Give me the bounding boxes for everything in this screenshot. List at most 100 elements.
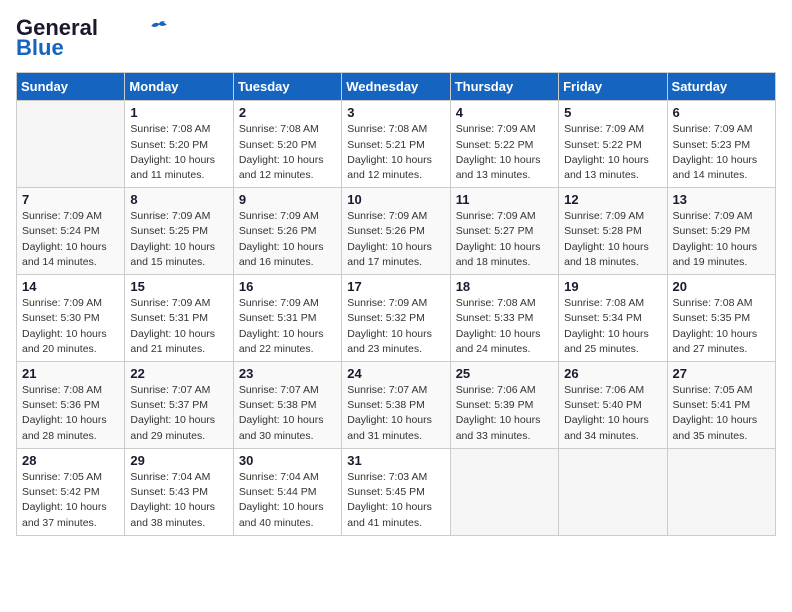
- week-row-1: 1 Sunrise: 7:08 AMSunset: 5:20 PMDaylight…: [17, 101, 776, 188]
- day-number: 1: [130, 105, 227, 120]
- day-info: Sunrise: 7:09 AMSunset: 5:31 PMDaylight:…: [130, 296, 227, 357]
- calendar-cell: 6 Sunrise: 7:09 AMSunset: 5:23 PMDaylight…: [667, 101, 775, 188]
- day-number: 20: [673, 279, 770, 294]
- day-number: 23: [239, 366, 336, 381]
- day-info: Sunrise: 7:09 AMSunset: 5:26 PMDaylight:…: [347, 209, 444, 270]
- day-info: Sunrise: 7:06 AMSunset: 5:39 PMDaylight:…: [456, 383, 553, 444]
- day-info: Sunrise: 7:08 AMSunset: 5:36 PMDaylight:…: [22, 383, 119, 444]
- day-number: 31: [347, 453, 444, 468]
- calendar-cell: 23 Sunrise: 7:07 AMSunset: 5:38 PMDayligh…: [233, 362, 341, 449]
- day-info: Sunrise: 7:07 AMSunset: 5:38 PMDaylight:…: [347, 383, 444, 444]
- week-row-3: 14 Sunrise: 7:09 AMSunset: 5:30 PMDayligh…: [17, 275, 776, 362]
- day-number: 29: [130, 453, 227, 468]
- day-number: 3: [347, 105, 444, 120]
- weekday-sunday: Sunday: [17, 73, 125, 101]
- day-number: 12: [564, 192, 661, 207]
- day-info: Sunrise: 7:03 AMSunset: 5:45 PMDaylight:…: [347, 470, 444, 531]
- day-number: 10: [347, 192, 444, 207]
- week-row-5: 28 Sunrise: 7:05 AMSunset: 5:42 PMDayligh…: [17, 448, 776, 535]
- day-info: Sunrise: 7:09 AMSunset: 5:32 PMDaylight:…: [347, 296, 444, 357]
- day-info: Sunrise: 7:04 AMSunset: 5:43 PMDaylight:…: [130, 470, 227, 531]
- day-number: 30: [239, 453, 336, 468]
- weekday-thursday: Thursday: [450, 73, 558, 101]
- day-number: 25: [456, 366, 553, 381]
- day-info: Sunrise: 7:09 AMSunset: 5:22 PMDaylight:…: [456, 122, 553, 183]
- calendar-cell: 2Sunrise: 7:08 AMSunset: 5:20 PMDaylight…: [233, 101, 341, 188]
- calendar-table: SundayMondayTuesdayWednesdayThursdayFrid…: [16, 72, 776, 535]
- day-number: 24: [347, 366, 444, 381]
- day-number: 8: [130, 192, 227, 207]
- calendar-cell: 25 Sunrise: 7:06 AMSunset: 5:39 PMDayligh…: [450, 362, 558, 449]
- day-info: Sunrise: 7:09 AMSunset: 5:29 PMDaylight:…: [673, 209, 770, 270]
- day-info: Sunrise: 7:09 AMSunset: 5:28 PMDaylight:…: [564, 209, 661, 270]
- calendar-cell: 15 Sunrise: 7:09 AMSunset: 5:31 PMDayligh…: [125, 275, 233, 362]
- calendar-body: 1 Sunrise: 7:08 AMSunset: 5:20 PMDaylight…: [17, 101, 776, 535]
- weekday-friday: Friday: [559, 73, 667, 101]
- page-header: General Blue: [16, 16, 776, 60]
- calendar-cell: [17, 101, 125, 188]
- day-info: Sunrise: 7:09 AMSunset: 5:30 PMDaylight:…: [22, 296, 119, 357]
- calendar-cell: 4Sunrise: 7:09 AMSunset: 5:22 PMDaylight…: [450, 101, 558, 188]
- day-number: 26: [564, 366, 661, 381]
- day-info: Sunrise: 7:05 AMSunset: 5:42 PMDaylight:…: [22, 470, 119, 531]
- day-number: 18: [456, 279, 553, 294]
- day-number: 2: [239, 105, 336, 120]
- calendar-cell: 24 Sunrise: 7:07 AMSunset: 5:38 PMDayligh…: [342, 362, 450, 449]
- day-number: 27: [673, 366, 770, 381]
- day-info: Sunrise: 7:09 AMSunset: 5:25 PMDaylight:…: [130, 209, 227, 270]
- calendar-cell: 17Sunrise: 7:09 AMSunset: 5:32 PMDayligh…: [342, 275, 450, 362]
- day-number: 19: [564, 279, 661, 294]
- logo-bird-icon: [150, 19, 168, 33]
- calendar-cell: 28 Sunrise: 7:05 AMSunset: 5:42 PMDayligh…: [17, 448, 125, 535]
- calendar-cell: 31 Sunrise: 7:03 AMSunset: 5:45 PMDayligh…: [342, 448, 450, 535]
- day-info: Sunrise: 7:06 AMSunset: 5:40 PMDaylight:…: [564, 383, 661, 444]
- calendar-cell: 29 Sunrise: 7:04 AMSunset: 5:43 PMDayligh…: [125, 448, 233, 535]
- day-info: Sunrise: 7:09 AMSunset: 5:22 PMDaylight:…: [564, 122, 661, 183]
- day-info: Sunrise: 7:09 AMSunset: 5:26 PMDaylight:…: [239, 209, 336, 270]
- day-info: Sunrise: 7:05 AMSunset: 5:41 PMDaylight:…: [673, 383, 770, 444]
- calendar-cell: 14 Sunrise: 7:09 AMSunset: 5:30 PMDayligh…: [17, 275, 125, 362]
- weekday-monday: Monday: [125, 73, 233, 101]
- logo-text-blue: Blue: [16, 36, 64, 60]
- day-info: Sunrise: 7:07 AMSunset: 5:37 PMDaylight:…: [130, 383, 227, 444]
- day-number: 28: [22, 453, 119, 468]
- day-info: Sunrise: 7:08 AMSunset: 5:21 PMDaylight:…: [347, 122, 444, 183]
- calendar-cell: 19 Sunrise: 7:08 AMSunset: 5:34 PMDayligh…: [559, 275, 667, 362]
- week-row-4: 21 Sunrise: 7:08 AMSunset: 5:36 PMDayligh…: [17, 362, 776, 449]
- day-number: 16: [239, 279, 336, 294]
- day-info: Sunrise: 7:09 AMSunset: 5:27 PMDaylight:…: [456, 209, 553, 270]
- day-number: 5: [564, 105, 661, 120]
- day-number: 21: [22, 366, 119, 381]
- week-row-2: 7Sunrise: 7:09 AMSunset: 5:24 PMDaylight…: [17, 188, 776, 275]
- day-info: Sunrise: 7:08 AMSunset: 5:20 PMDaylight:…: [130, 122, 227, 183]
- calendar-cell: [450, 448, 558, 535]
- weekday-saturday: Saturday: [667, 73, 775, 101]
- day-info: Sunrise: 7:09 AMSunset: 5:23 PMDaylight:…: [673, 122, 770, 183]
- day-info: Sunrise: 7:09 AMSunset: 5:24 PMDaylight:…: [22, 209, 119, 270]
- day-number: 15: [130, 279, 227, 294]
- calendar-cell: 26 Sunrise: 7:06 AMSunset: 5:40 PMDayligh…: [559, 362, 667, 449]
- calendar-cell: 13Sunrise: 7:09 AMSunset: 5:29 PMDayligh…: [667, 188, 775, 275]
- calendar-cell: 16 Sunrise: 7:09 AMSunset: 5:31 PMDayligh…: [233, 275, 341, 362]
- calendar-cell: 1 Sunrise: 7:08 AMSunset: 5:20 PMDaylight…: [125, 101, 233, 188]
- calendar-cell: 8 Sunrise: 7:09 AMSunset: 5:25 PMDaylight…: [125, 188, 233, 275]
- calendar-cell: 3 Sunrise: 7:08 AMSunset: 5:21 PMDaylight…: [342, 101, 450, 188]
- calendar-cell: 20Sunrise: 7:08 AMSunset: 5:35 PMDayligh…: [667, 275, 775, 362]
- day-number: 6: [673, 105, 770, 120]
- calendar-cell: 12 Sunrise: 7:09 AMSunset: 5:28 PMDayligh…: [559, 188, 667, 275]
- calendar-cell: 27 Sunrise: 7:05 AMSunset: 5:41 PMDayligh…: [667, 362, 775, 449]
- calendar-cell: 21 Sunrise: 7:08 AMSunset: 5:36 PMDayligh…: [17, 362, 125, 449]
- day-info: Sunrise: 7:08 AMSunset: 5:34 PMDaylight:…: [564, 296, 661, 357]
- day-info: Sunrise: 7:09 AMSunset: 5:31 PMDaylight:…: [239, 296, 336, 357]
- day-number: 22: [130, 366, 227, 381]
- calendar-cell: 30 Sunrise: 7:04 AMSunset: 5:44 PMDayligh…: [233, 448, 341, 535]
- calendar-cell: [559, 448, 667, 535]
- day-info: Sunrise: 7:04 AMSunset: 5:44 PMDaylight:…: [239, 470, 336, 531]
- day-number: 14: [22, 279, 119, 294]
- day-info: Sunrise: 7:07 AMSunset: 5:38 PMDaylight:…: [239, 383, 336, 444]
- calendar-cell: [667, 448, 775, 535]
- weekday-header-row: SundayMondayTuesdayWednesdayThursdayFrid…: [17, 73, 776, 101]
- calendar-cell: 10 Sunrise: 7:09 AMSunset: 5:26 PMDayligh…: [342, 188, 450, 275]
- weekday-wednesday: Wednesday: [342, 73, 450, 101]
- calendar-cell: 11Sunrise: 7:09 AMSunset: 5:27 PMDayligh…: [450, 188, 558, 275]
